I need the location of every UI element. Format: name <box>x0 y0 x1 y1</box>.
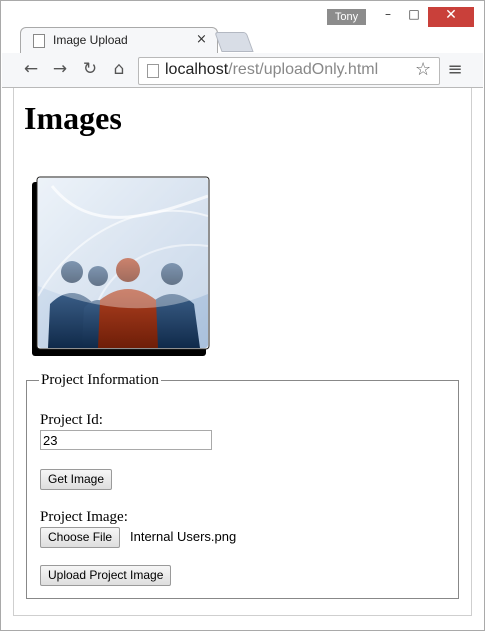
close-window-button[interactable]: ✕ <box>428 7 474 27</box>
tab-title: Image Upload <box>53 33 128 47</box>
project-image-label: Project Image: <box>40 509 128 525</box>
back-arrow-icon[interactable]: ← <box>20 59 42 81</box>
project-image <box>32 176 210 356</box>
choose-file-button[interactable]: Choose File <box>40 527 121 548</box>
tab-close-icon[interactable]: × <box>196 32 207 47</box>
page-title: Images <box>24 100 122 136</box>
project-id-label: Project Id: <box>40 412 103 428</box>
toolbar: ← → ↻ ⌂ localhost/rest/uploadOnly.html ☆… <box>2 53 483 88</box>
chosen-file-name: Internal Users.png <box>130 529 237 544</box>
url-text: localhost/rest/uploadOnly.html <box>165 61 379 78</box>
fieldset-legend: Project Information <box>41 372 159 388</box>
tab-image-upload[interactable]: Image Upload × <box>20 27 218 54</box>
page-icon <box>147 64 159 78</box>
project-id-input[interactable] <box>40 430 212 450</box>
forward-arrow-icon[interactable]: → <box>49 59 71 81</box>
home-icon[interactable]: ⌂ <box>108 59 130 81</box>
browser-window: Tony – □ ✕ Image Upload × ← → ↻ ⌂ localh… <box>0 0 485 631</box>
page-content: Images Project Information Project Id: 2… <box>13 88 472 616</box>
upload-project-image-button[interactable]: Upload Project Image <box>40 565 172 586</box>
minimize-button[interactable]: – <box>377 7 399 27</box>
reload-icon[interactable]: ↻ <box>79 59 101 81</box>
new-tab-button[interactable] <box>214 32 254 52</box>
bookmark-star-icon[interactable]: ☆ <box>415 59 431 80</box>
menu-icon[interactable]: ≡ <box>444 59 466 81</box>
get-image-button[interactable]: Get Image <box>40 469 113 490</box>
profile-badge[interactable]: Tony <box>327 9 366 25</box>
address-bar[interactable]: localhost/rest/uploadOnly.html ☆ <box>138 57 440 85</box>
page-icon <box>33 34 45 48</box>
maximize-button[interactable]: □ <box>403 7 425 27</box>
